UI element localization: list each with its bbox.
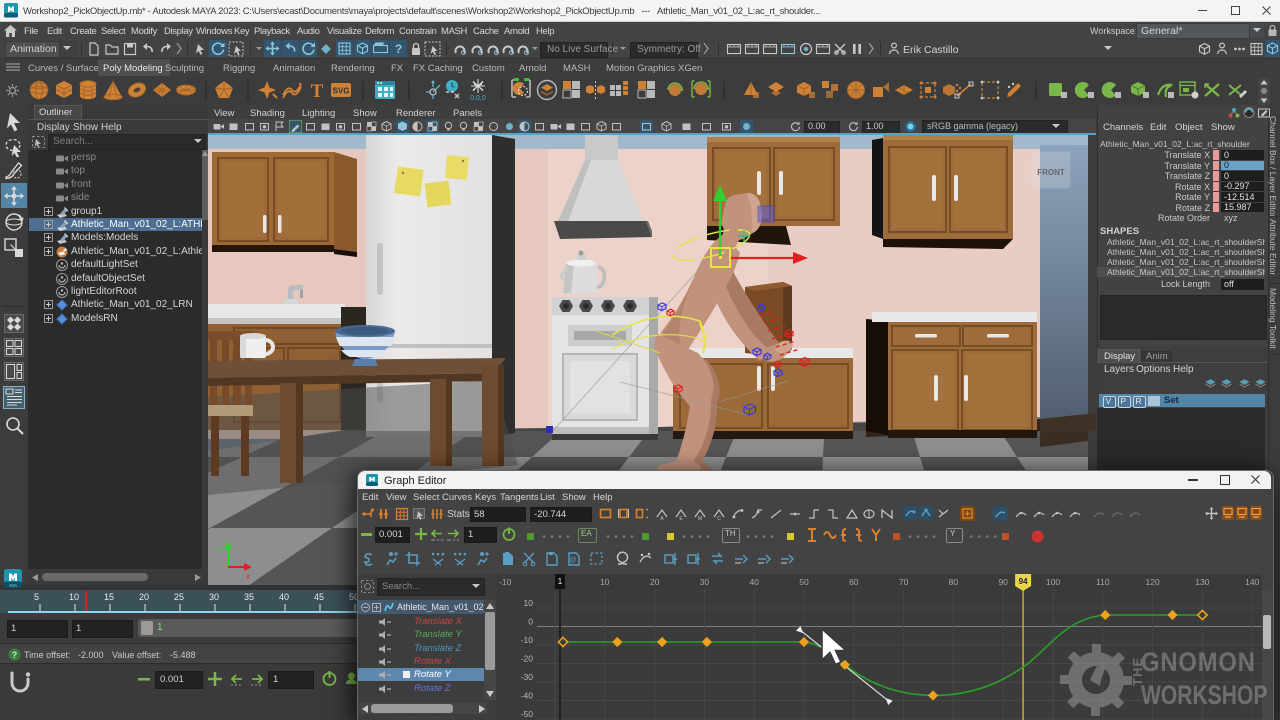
svg-text:40: 40 — [749, 577, 759, 587]
svg-text:120: 120 — [1146, 577, 1160, 587]
svg-text:60: 60 — [849, 577, 859, 587]
svg-text:140: 140 — [1245, 577, 1259, 587]
svg-text:1: 1 — [558, 577, 563, 586]
svg-text:M: M — [698, 516, 702, 521]
svg-text:?: ? — [12, 650, 18, 660]
svg-text:20: 20 — [650, 577, 660, 587]
svg-text:-10: -10 — [499, 577, 512, 587]
svg-text:-30: -30 — [521, 672, 534, 682]
svg-text:90: 90 — [998, 577, 1008, 587]
svg-text:C: C — [717, 516, 721, 521]
svg-text:80: 80 — [949, 577, 959, 587]
svg-text:10: 10 — [600, 577, 610, 587]
svg-text:T: T — [311, 81, 324, 101]
svg-text:10: 10 — [524, 598, 534, 608]
svg-text:@: @ — [569, 557, 576, 564]
svg-text:E: E — [679, 516, 683, 521]
svg-text:30: 30 — [700, 577, 710, 587]
svg-text:50: 50 — [799, 577, 809, 587]
svg-text:AYA: AYA — [9, 583, 17, 588]
svg-text:70: 70 — [899, 577, 909, 587]
svg-text:-10: -10 — [521, 635, 534, 645]
svg-text:94: 94 — [1019, 577, 1028, 586]
svg-text:130: 130 — [1195, 577, 1209, 587]
svg-text:x: x — [246, 572, 250, 581]
svg-text:SVG: SVG — [333, 87, 350, 96]
svg-text:-20: -20 — [521, 654, 534, 664]
svg-text:0: 0 — [528, 617, 533, 627]
svg-text:-50: -50 — [521, 709, 534, 719]
svg-text:-40: -40 — [521, 691, 534, 701]
svg-text:110: 110 — [1096, 577, 1110, 587]
svg-text:100: 100 — [1046, 577, 1060, 587]
svg-text:0,0,0: 0,0,0 — [470, 95, 486, 101]
svg-text:A: A — [660, 516, 664, 521]
svg-text:y: y — [218, 544, 222, 553]
svg-text:?: ? — [395, 42, 402, 56]
